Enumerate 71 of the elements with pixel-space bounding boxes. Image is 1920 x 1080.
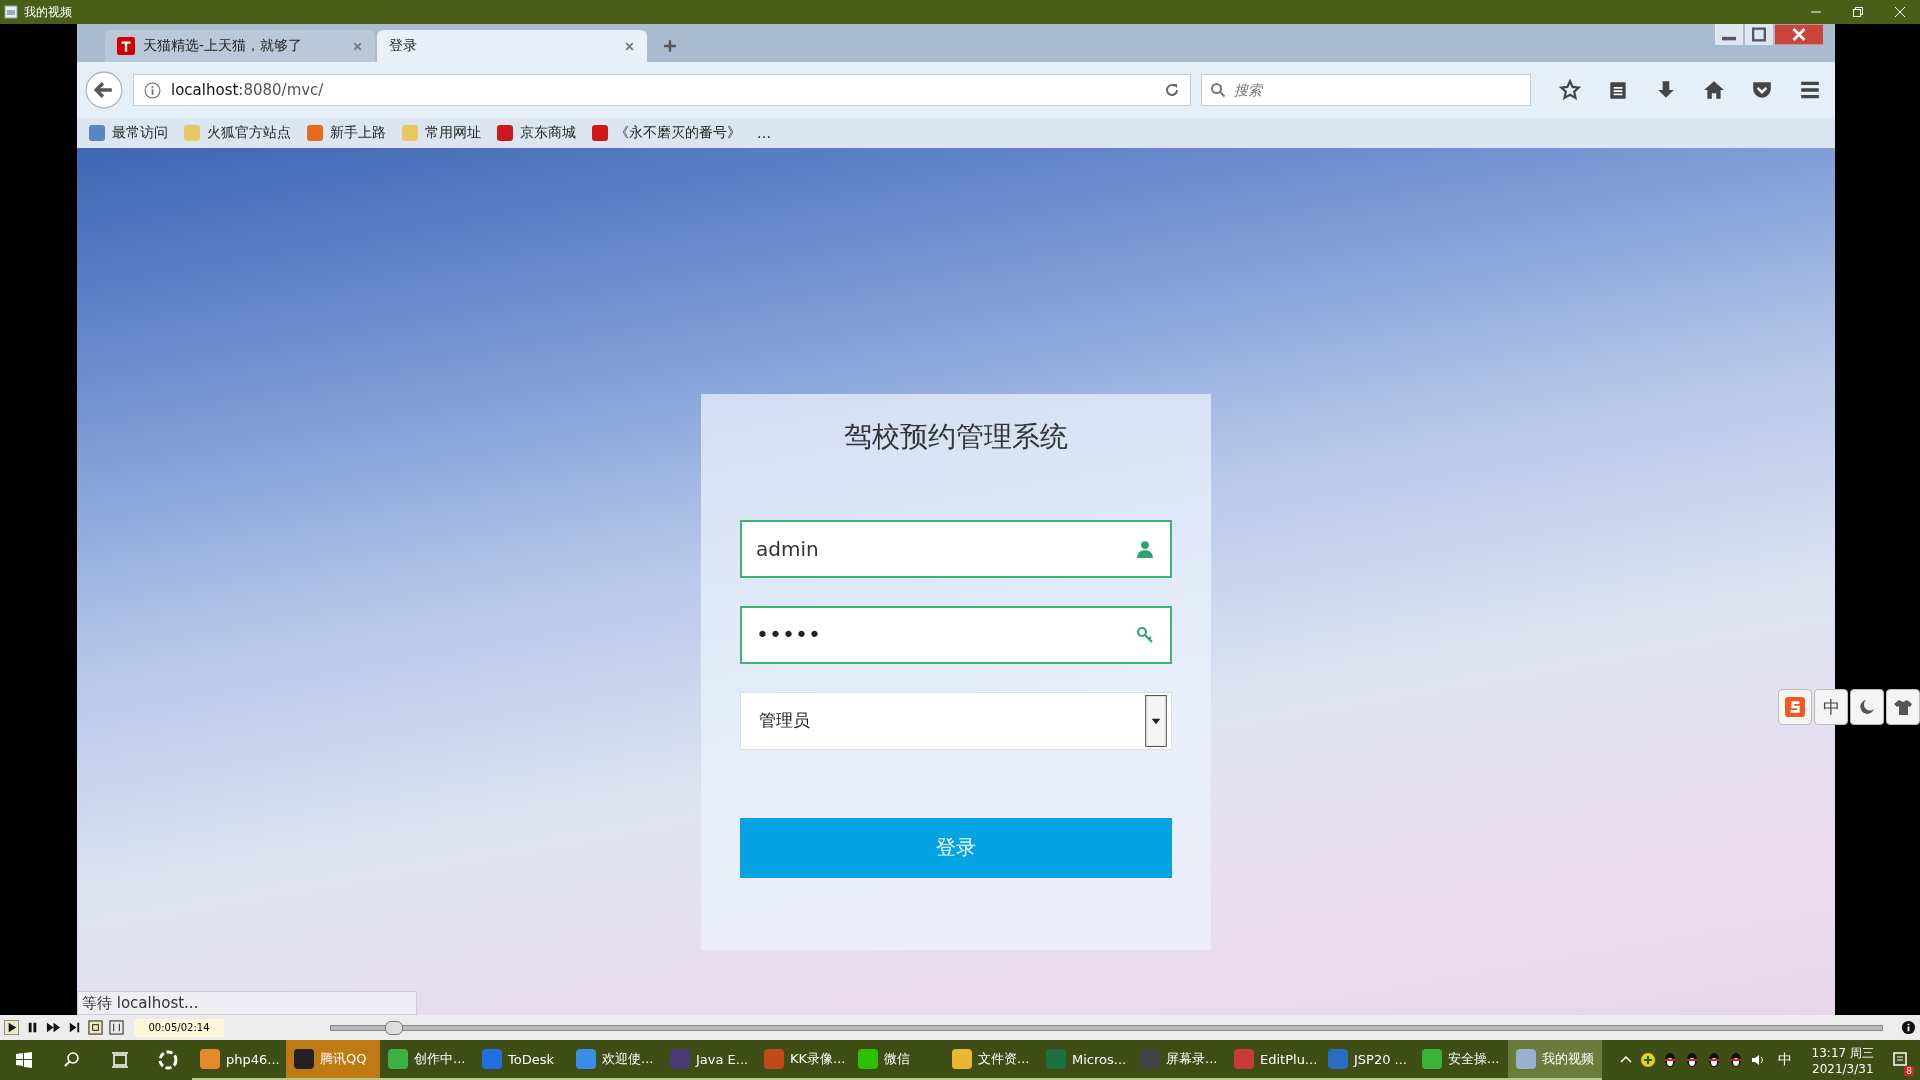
restore-icon[interactable] (1852, 6, 1864, 18)
role-select[interactable]: 管理员 (740, 691, 1172, 750)
next-frame-icon[interactable] (67, 1020, 82, 1035)
browser-tab[interactable]: 天猫精选-上天猫，就够了 (105, 30, 375, 62)
clock-time: 13:17 周三 (1811, 1044, 1874, 1062)
browser-tab[interactable]: 登录 (377, 30, 647, 62)
taskbar-app[interactable]: JSP20 ... (1320, 1040, 1414, 1080)
fit-screen-icon[interactable] (88, 1020, 103, 1035)
taskbar-app[interactable]: ToDesk (474, 1040, 568, 1080)
taskbar-app[interactable]: EditPlu... (1226, 1040, 1320, 1080)
taskbar-app[interactable]: 创作中... (380, 1040, 474, 1080)
back-icon[interactable] (85, 71, 123, 109)
notification-icon[interactable] (1892, 1050, 1908, 1067)
playback-time: 00:05/02:14 (134, 1018, 224, 1037)
menu-icon[interactable] (1799, 79, 1821, 101)
shirt-icon[interactable] (1886, 689, 1920, 725)
t-logo-icon (117, 37, 135, 55)
bookmark-link[interactable]: 常用网址 (402, 124, 481, 142)
url-host: localhost (171, 81, 239, 99)
ime-mode-button[interactable]: 中 (1814, 689, 1848, 725)
speaker-icon[interactable] (1749, 1052, 1766, 1068)
bookmark-link[interactable]: 新手上路 (307, 124, 386, 142)
close-tab-icon[interactable] (624, 40, 635, 52)
clock[interactable]: 13:17 周三 2021/3/31 (1803, 1044, 1882, 1076)
username-field[interactable]: admin (740, 519, 1172, 578)
sogou-logo-icon[interactable] (1778, 689, 1812, 725)
bookmark-link[interactable]: 最常访问 (89, 124, 168, 142)
user-icon (1136, 539, 1154, 558)
taskbar-app[interactable]: 欢迎使... (568, 1040, 662, 1080)
plus-circle-icon[interactable] (1639, 1052, 1656, 1068)
bookmark-link[interactable]: 《永不磨灭的番号》 (592, 124, 741, 142)
taskbar-app[interactable]: KK录像... (756, 1040, 850, 1080)
url-path: :8080/mvc/ (238, 81, 324, 99)
minimize-icon[interactable] (1715, 24, 1743, 45)
notification-badge: 8 (1904, 1065, 1914, 1076)
new-tab-icon[interactable] (663, 39, 677, 53)
search-icon (1210, 82, 1226, 98)
play-icon[interactable] (4, 1020, 19, 1035)
taskbar-app[interactable]: 屏幕录... (1132, 1040, 1226, 1080)
star-icon[interactable] (1559, 79, 1581, 101)
reading-list-icon[interactable] (1607, 79, 1629, 101)
close-icon[interactable] (1894, 6, 1906, 18)
taskbar-app[interactable]: 我的视频 (1508, 1040, 1602, 1080)
bookmark-link[interactable]: 火狐官方站点 (184, 124, 291, 142)
fast-forward-icon[interactable] (46, 1020, 61, 1035)
taskbar-app[interactable]: Micros... (1038, 1040, 1132, 1080)
login-title: 驾校预约管理系统 (843, 418, 1069, 455)
close-icon[interactable] (1775, 24, 1823, 45)
window-title: 我的视频 (24, 3, 73, 21)
address-bar[interactable]: localhost:8080/mvc/ (133, 74, 1191, 106)
home-icon[interactable] (1703, 79, 1725, 101)
taskbar-app[interactable]: Java E... (662, 1040, 756, 1080)
close-tab-icon[interactable] (352, 40, 363, 52)
more-bookmarks[interactable]: … (757, 125, 771, 141)
reload-icon[interactable] (1164, 82, 1180, 98)
taskbar-app[interactable]: 微信 (850, 1040, 944, 1080)
key-icon (1136, 625, 1154, 644)
actual-size-icon[interactable] (109, 1020, 124, 1035)
bookmark-link[interactable]: 京东商城 (497, 124, 576, 142)
taskbar-app[interactable]: 文件资... (944, 1040, 1038, 1080)
info-icon[interactable] (1901, 1020, 1916, 1035)
search-field[interactable]: 搜索 (1201, 74, 1531, 106)
password-field[interactable]: ••••• (740, 605, 1172, 664)
restore-icon[interactable] (1745, 24, 1773, 45)
status-text: 等待 localhost... (77, 991, 417, 1015)
moon-icon[interactable] (1850, 689, 1884, 725)
video-file-icon (4, 5, 18, 19)
seek-thumb[interactable] (385, 1020, 404, 1035)
pocket-icon[interactable] (1751, 79, 1773, 101)
clock-date: 2021/3/31 (1812, 1061, 1874, 1076)
input-language[interactable]: 中 (1771, 1051, 1798, 1069)
